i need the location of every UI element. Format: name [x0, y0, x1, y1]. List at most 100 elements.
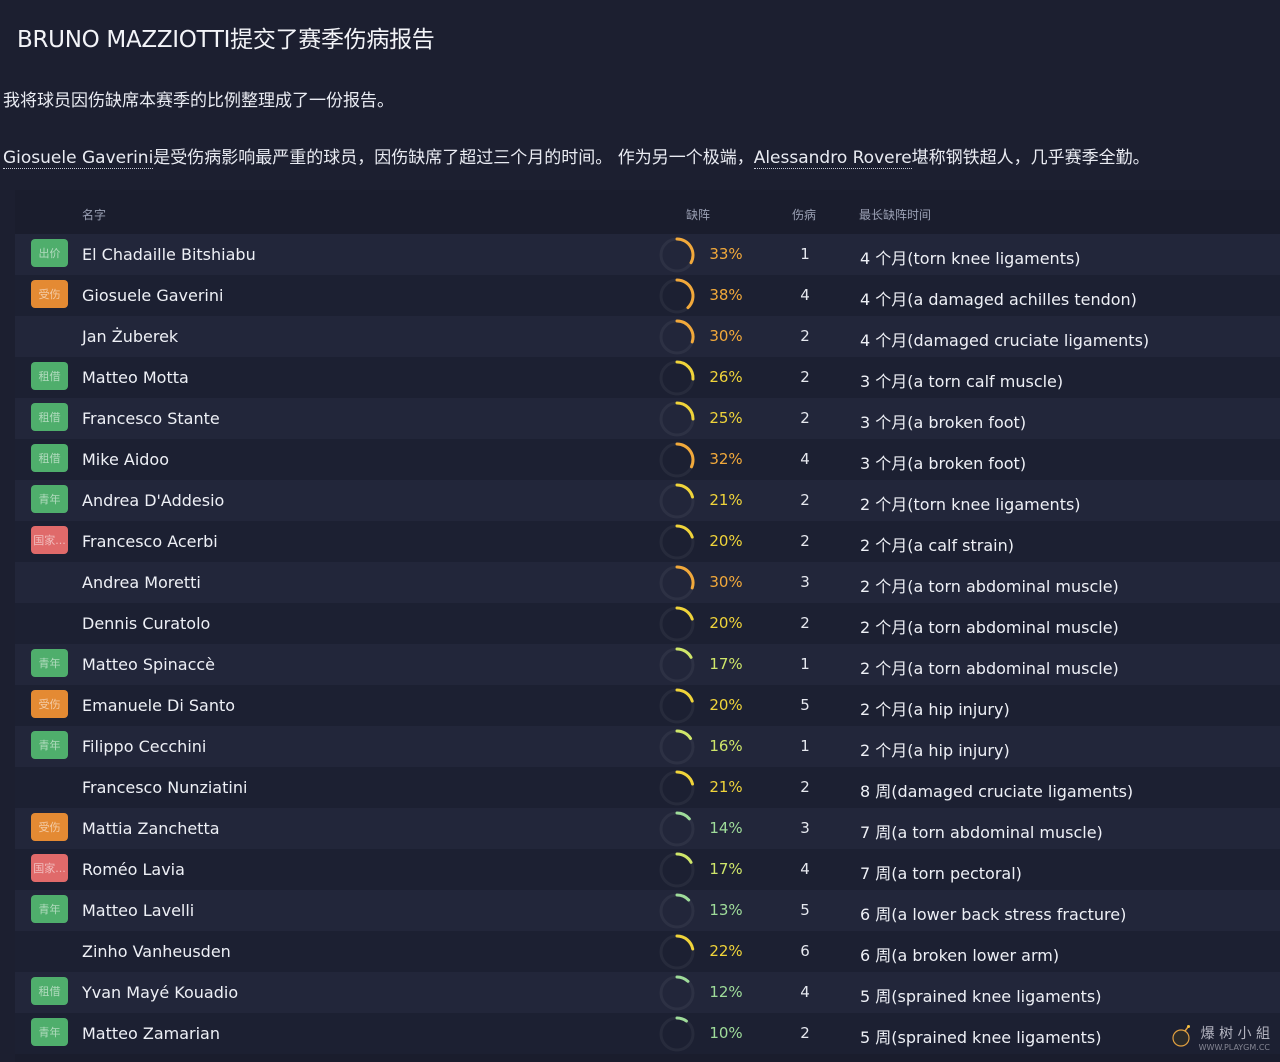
injury-count: 6 — [800, 942, 810, 960]
absence-percentage: 22% — [709, 942, 743, 960]
table-row[interactable]: 青年 Matteo Lavelli 13% 5 6 周(a lower back str… — [15, 890, 1280, 931]
absence-gauge-arc — [675, 852, 693, 864]
longest-absence: 2 个月(a torn abdominal muscle) — [860, 659, 1119, 678]
player-link-most-injured[interactable]: Giosuele Gaverini — [3, 148, 154, 169]
player-name-link[interactable]: Emanuele Di Santo — [82, 696, 235, 715]
absence-percentage: 30% — [709, 327, 743, 345]
injury-count: 4 — [800, 450, 810, 468]
injury-count: 3 — [800, 819, 810, 837]
player-name-link[interactable]: Mike Aidoo — [82, 450, 169, 469]
player-name-link[interactable]: Zinho Vanheusden — [82, 942, 231, 961]
column-header-injuries[interactable]: 伤病 — [792, 206, 816, 223]
player-link-least-injured[interactable]: Alessandro Rovere — [753, 148, 912, 169]
table-row[interactable]: 青年 Andrea D'Addesio 21% 2 2 个月(torn knee lig… — [15, 480, 1280, 521]
player-status-tag: 青年 — [31, 649, 68, 677]
table-row[interactable]: 租借 Francesco Stante 25% 2 3 个月(a broken foot… — [15, 398, 1280, 439]
absence-gauge-arc — [675, 606, 694, 621]
injury-count: 4 — [800, 860, 810, 878]
table-row[interactable]: 租借 Yvan Mayé Kouadio 12% 4 5 周(sprained knee… — [15, 972, 1280, 1013]
injury-count: 2 — [800, 532, 810, 550]
absence-gauge — [659, 442, 695, 478]
injury-count: 4 — [800, 286, 810, 304]
table-row[interactable]: 受伤 Mattia Zanchetta 14% 3 7 周(a torn abdomin… — [15, 808, 1280, 849]
absence-percentage: 17% — [709, 655, 743, 673]
injury-table: 名字 缺阵 伤病 最长缺阵时间 出价 El Chadaille Bitshiabu… — [15, 190, 1280, 1062]
absence-percentage: 20% — [709, 696, 743, 714]
table-row[interactable]: 青年 Matteo Zamarian 10% 2 5 周(sprained knee l… — [15, 1013, 1280, 1054]
column-header-longest-absence[interactable]: 最长缺阵时间 — [859, 206, 931, 223]
longest-absence: 8 周(damaged cruciate ligaments) — [860, 782, 1134, 801]
table-row[interactable]: 出价 El Chadaille Bitshiabu 33% 1 4 个月(torn kn… — [15, 234, 1280, 275]
longest-absence: 3 个月(a broken foot) — [860, 454, 1027, 473]
longest-absence: 4 个月(torn knee ligaments) — [860, 249, 1081, 268]
absence-gauge-arc — [675, 1016, 688, 1023]
player-name-link[interactable]: Filippo Cecchini — [82, 737, 206, 756]
absence-gauge-arc — [675, 975, 690, 983]
absence-gauge — [659, 1016, 695, 1052]
absence-percentage: 26% — [709, 368, 743, 386]
table-row[interactable]: 青年 Matteo Spinaccè 17% 1 2 个月(a torn abdomin… — [15, 644, 1280, 685]
player-status-tag: 青年 — [31, 1018, 68, 1046]
longest-absence: 2 个月(a hip injury) — [860, 700, 1010, 719]
absence-gauge-arc — [675, 278, 695, 310]
injury-count: 1 — [800, 737, 810, 755]
absence-gauge — [659, 278, 695, 314]
absence-gauge-arc — [675, 319, 695, 344]
column-header-name[interactable]: 名字 — [82, 206, 106, 223]
watermark-text: 爆 树 小 組 — [1200, 1026, 1270, 1042]
player-name-link[interactable]: Andrea D'Addesio — [82, 491, 224, 510]
table-row[interactable]: 受伤 Giosuele Gaverini 38% 4 4 个月(a damaged ac… — [15, 275, 1280, 316]
player-name-link[interactable]: Francesco Nunziatini — [82, 778, 247, 797]
longest-absence: 3 个月(a broken foot) — [860, 413, 1027, 432]
table-row[interactable]: Jan Żuberek 30% 2 4 个月(damaged cruciate lig… — [15, 316, 1280, 357]
longest-absence: 7 周(a torn abdominal muscle) — [860, 823, 1103, 842]
absence-gauge — [659, 893, 695, 929]
player-name-link[interactable]: Matteo Spinaccè — [82, 655, 215, 674]
absence-gauge-arc — [675, 524, 694, 539]
table-row[interactable]: 租借 Mike Aidoo 32% 4 3 个月(a broken foot) — [15, 439, 1280, 480]
player-name-link[interactable]: Giosuele Gaverini — [82, 286, 223, 305]
player-name-link[interactable]: Matteo Zamarian — [82, 1024, 220, 1043]
table-row[interactable]: Francesco Nunziatini 21% 2 8 周(damaged cruc… — [15, 767, 1280, 808]
absence-percentage: 30% — [709, 573, 743, 591]
column-header-absence[interactable]: 缺阵 — [686, 206, 710, 223]
player-name-link[interactable]: Jan Żuberek — [82, 327, 178, 346]
absence-gauge-arc — [675, 811, 691, 821]
player-name-link[interactable]: Andrea Moretti — [82, 573, 201, 592]
absence-gauge-arc — [675, 483, 694, 499]
table-row[interactable]: Andrea Moretti 30% 3 2 个月(a torn abdominal … — [15, 562, 1280, 603]
player-name-link[interactable]: Matteo Motta — [82, 368, 189, 387]
absence-gauge-arc — [675, 729, 693, 740]
absence-gauge — [659, 729, 695, 765]
absence-gauge-arc — [675, 360, 695, 381]
player-name-link[interactable]: Mattia Zanchetta — [82, 819, 220, 838]
injury-count: 5 — [800, 696, 810, 714]
absence-percentage: 21% — [709, 778, 743, 796]
absence-gauge — [659, 975, 695, 1011]
table-row[interactable]: 青年 Filippo Cecchini 16% 1 2 个月(a hip injury) — [15, 726, 1280, 767]
player-name-link[interactable]: Matteo Lavelli — [82, 901, 194, 920]
player-name-link[interactable]: Francesco Stante — [82, 409, 220, 428]
player-status-tag: 受伤 — [31, 813, 68, 841]
table-row[interactable]: Dennis Curatolo 20% 2 2 个月(a torn abdominal… — [15, 603, 1280, 644]
longest-absence: 2 个月(a torn abdominal muscle) — [860, 577, 1119, 596]
table-row[interactable]: 受伤 Emanuele Di Santo 20% 5 2 个月(a hip injury… — [15, 685, 1280, 726]
player-name-link[interactable]: Dennis Curatolo — [82, 614, 210, 633]
absence-percentage: 21% — [709, 491, 743, 509]
longest-absence: 5 周(sprained knee ligaments) — [860, 1028, 1102, 1047]
table-row[interactable]: 国家... Roméo Lavia 17% 4 7 周(a torn pectoral) — [15, 849, 1280, 890]
absence-percentage: 20% — [709, 614, 743, 632]
absence-gauge — [659, 811, 695, 847]
player-name-link[interactable]: Roméo Lavia — [82, 860, 185, 879]
table-row[interactable]: Zinho Vanheusden 22% 6 6 周(a broken lower a… — [15, 931, 1280, 972]
player-name-link[interactable]: Francesco Acerbi — [82, 532, 218, 551]
absence-percentage: 13% — [709, 901, 743, 919]
longest-absence: 2 个月(torn knee ligaments) — [860, 495, 1081, 514]
player-name-link[interactable]: El Chadaille Bitshiabu — [82, 245, 256, 264]
longest-absence: 2 个月(a torn abdominal muscle) — [860, 618, 1119, 637]
longest-absence: 5 周(sprained knee ligaments) — [860, 987, 1102, 1006]
player-name-link[interactable]: Yvan Mayé Kouadio — [82, 983, 238, 1002]
table-row[interactable]: 租借 Matteo Motta 26% 2 3 个月(a torn calf muscl… — [15, 357, 1280, 398]
bomb-icon — [1172, 1025, 1190, 1047]
table-row[interactable]: 国家... Francesco Acerbi 20% 2 2 个月(a calf str… — [15, 521, 1280, 562]
